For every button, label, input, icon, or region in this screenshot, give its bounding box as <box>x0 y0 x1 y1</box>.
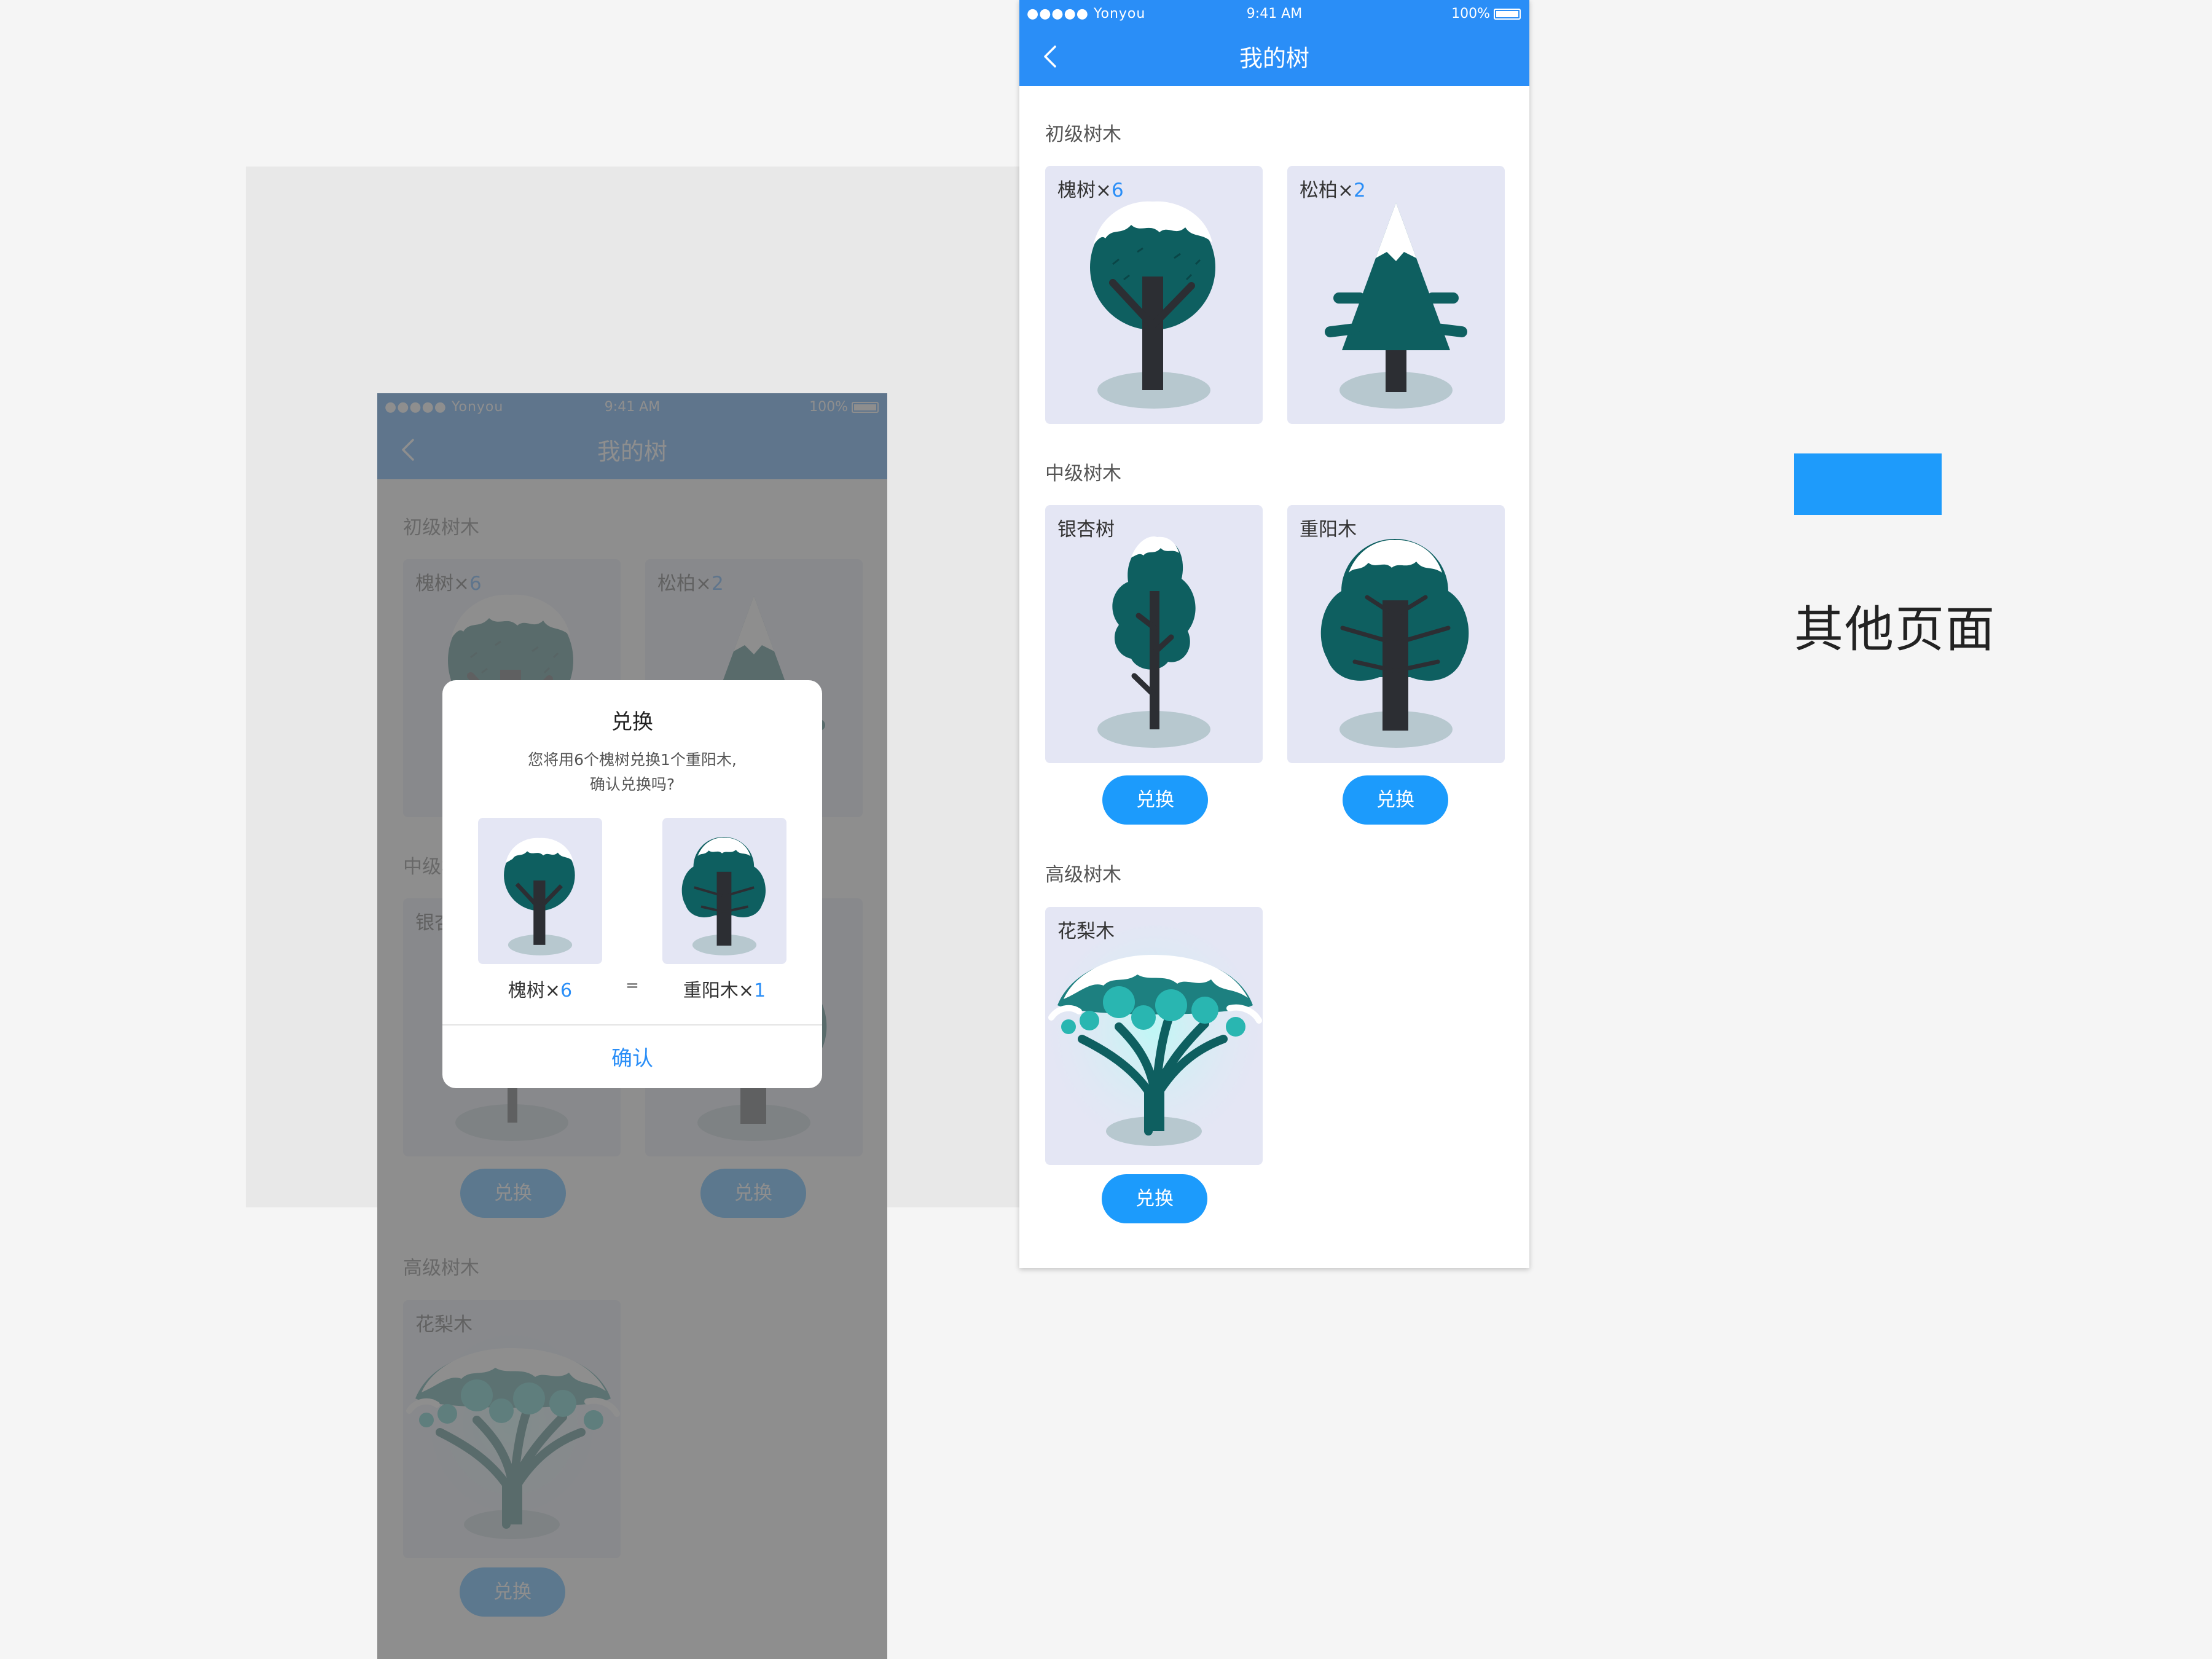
section-title-basic: 初级树木 <box>1045 124 1121 146</box>
tree-card-chongyang[interactable]: 重阳木 <box>1287 505 1505 763</box>
dialog-from-label: 槐树×6 <box>508 980 573 1002</box>
dialog-divider <box>442 1024 822 1026</box>
status-bar: ●●●●● Yonyou 9:41 AM 100% <box>1019 0 1529 29</box>
rosewood-tree-icon <box>1046 925 1262 1159</box>
tree-label: 松柏×2 <box>1300 179 1366 202</box>
phone-screen-my-trees: ●●●●● Yonyou 9:41 AM 100% 我的树 初级树木 槐树×6 <box>1019 0 1529 1268</box>
dialog-to-tree <box>662 818 786 964</box>
pagoda-tree-icon <box>504 837 575 955</box>
tree-card-huaishu[interactable]: 槐树×6 <box>1045 166 1263 424</box>
dialog-from-tree <box>478 818 602 964</box>
equals-sign: = <box>626 976 639 995</box>
exchange-button-chongyang[interactable]: 兑换 <box>1343 775 1448 825</box>
battery-percent: 100% <box>1451 6 1490 22</box>
tree-card-yinxing[interactable]: 银杏树 <box>1045 505 1263 763</box>
dialog-title: 兑换 <box>611 710 653 734</box>
page-title: 我的树 <box>1239 45 1309 72</box>
confirm-button[interactable]: 确认 <box>442 1041 822 1072</box>
nav-bar: 我的树 <box>1019 29 1529 86</box>
bischofia-tree-icon <box>1320 539 1469 748</box>
tree-card-songbai[interactable]: 松柏×2 <box>1287 166 1505 424</box>
tree-card-hualimu[interactable]: 花梨木 <box>1045 907 1263 1165</box>
dialog-to-label: 重阳木×1 <box>683 980 766 1002</box>
pagoda-tree-icon <box>1090 201 1215 409</box>
exchange-button-yinxing[interactable]: 兑换 <box>1102 775 1208 825</box>
tree-label: 重阳木 <box>1300 519 1357 541</box>
page-caption: 其他页面 <box>1794 601 1996 658</box>
section-title-intermediate: 中级树木 <box>1045 463 1121 485</box>
section-title-advanced: 高级树木 <box>1045 864 1121 886</box>
exchange-button-hualimu[interactable]: 兑换 <box>1102 1174 1207 1223</box>
tree-label: 银杏树 <box>1057 519 1115 541</box>
tree-label: 花梨木 <box>1057 920 1115 943</box>
battery-icon <box>1494 9 1521 20</box>
dialog-message: 您将用6个槐树兑换1个重阳木, 确认兑换吗? <box>528 751 737 793</box>
exchange-dialog: 兑换 您将用6个槐树兑换1个重阳木, 确认兑换吗? 槐树×6 = 重阳木×1 确… <box>442 680 822 1088</box>
accent-swatch <box>1794 453 1942 515</box>
ginkgo-tree-icon <box>1097 536 1210 748</box>
tree-label: 槐树×6 <box>1057 179 1124 202</box>
pine-tree-icon <box>1325 203 1467 409</box>
bischofia-tree-icon <box>681 837 766 955</box>
